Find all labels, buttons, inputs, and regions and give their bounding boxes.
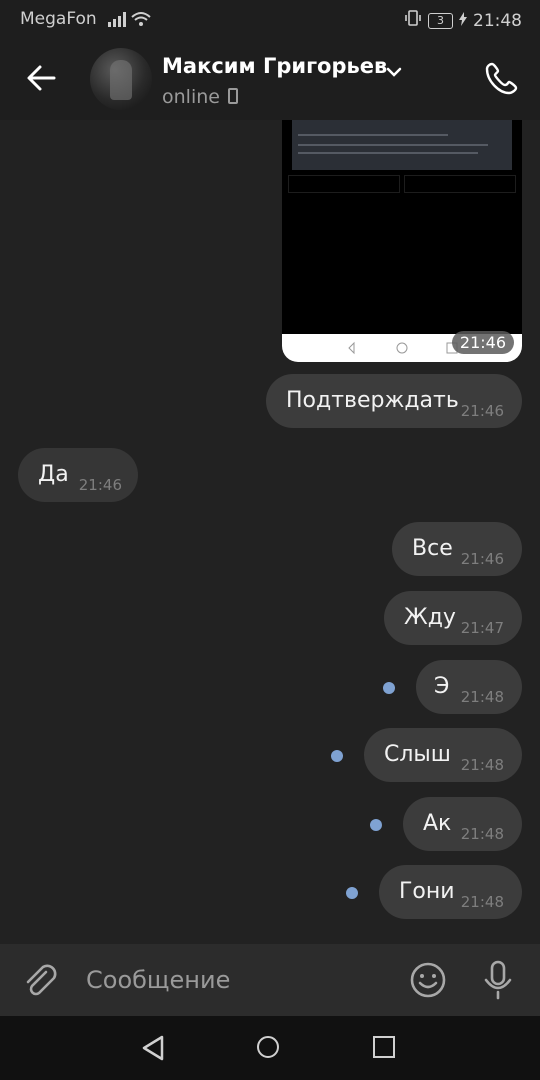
message-time: 21:46 — [460, 550, 504, 568]
message-time: 21:46 — [78, 476, 122, 494]
chat-header: Максим Григорьев online — [0, 38, 540, 120]
nav-back-icon[interactable] — [140, 1034, 168, 1066]
vibrate-icon — [404, 9, 422, 32]
attachment-time: 21:46 — [451, 331, 514, 354]
unread-indicator — [346, 887, 358, 899]
message-bubble[interactable]: Гони 21:48 — [379, 865, 522, 919]
screenshot-attachment[interactable]: 21:46 — [282, 120, 522, 362]
nav-recents-icon[interactable] — [373, 1036, 395, 1058]
status-bar: MegaFon 3 21:48 — [0, 0, 540, 38]
message-time: 21:47 — [460, 619, 504, 637]
message-text: Все — [412, 536, 453, 561]
unread-indicator — [383, 682, 395, 694]
microphone-icon[interactable] — [478, 958, 518, 1002]
message-time: 21:48 — [460, 825, 504, 843]
message-text: Слыш — [384, 742, 451, 767]
message-list[interactable]: 21:46 Подтверждать 21:46 Да 21:46 Все 21… — [0, 120, 540, 944]
message-bubble[interactable]: Да 21:46 — [18, 448, 138, 502]
message-time: 21:48 — [460, 756, 504, 774]
message-composer: Сообщение — [0, 944, 540, 1016]
system-nav-bar — [0, 1016, 540, 1080]
chevron-down-icon[interactable] — [386, 62, 402, 81]
message-time: 21:48 — [460, 893, 504, 911]
message-input[interactable]: Сообщение — [86, 966, 230, 994]
message-text: Э — [434, 674, 450, 699]
unread-indicator — [331, 750, 343, 762]
message-bubble[interactable]: Слыш 21:48 — [364, 728, 522, 782]
phone-call-icon[interactable] — [484, 60, 520, 96]
message-time: 21:46 — [460, 402, 504, 420]
message-text: Ак — [423, 811, 452, 836]
charging-icon — [459, 11, 467, 31]
emoji-icon[interactable] — [408, 960, 448, 1000]
message-text: Гони — [399, 879, 455, 904]
carrier-name: MegaFon — [20, 9, 97, 29]
message-bubble[interactable]: Ак 21:48 — [403, 797, 522, 851]
message-text: Да — [38, 462, 69, 487]
back-arrow-icon[interactable] — [24, 60, 60, 96]
mobile-device-icon — [228, 88, 238, 104]
contact-name[interactable]: Максим Григорьев — [162, 54, 387, 78]
message-text: Подтверждать — [286, 388, 459, 413]
message-bubble[interactable]: Все 21:46 — [392, 522, 522, 576]
battery-indicator: 3 — [428, 12, 453, 29]
clock: 21:48 — [473, 10, 522, 31]
message-bubble[interactable]: Э 21:48 — [416, 660, 522, 714]
attach-paperclip-icon[interactable] — [22, 960, 62, 1000]
message-bubble[interactable]: Подтверждать 21:46 — [266, 374, 522, 428]
signal-wifi-icons — [108, 10, 152, 33]
avatar[interactable] — [90, 48, 152, 110]
message-time: 21:48 — [460, 688, 504, 706]
message-text: Жду — [404, 605, 456, 630]
unread-indicator — [370, 819, 382, 831]
contact-status: online — [162, 86, 220, 108]
nav-home-icon[interactable] — [257, 1036, 279, 1058]
message-bubble[interactable]: Жду 21:47 — [384, 591, 522, 645]
